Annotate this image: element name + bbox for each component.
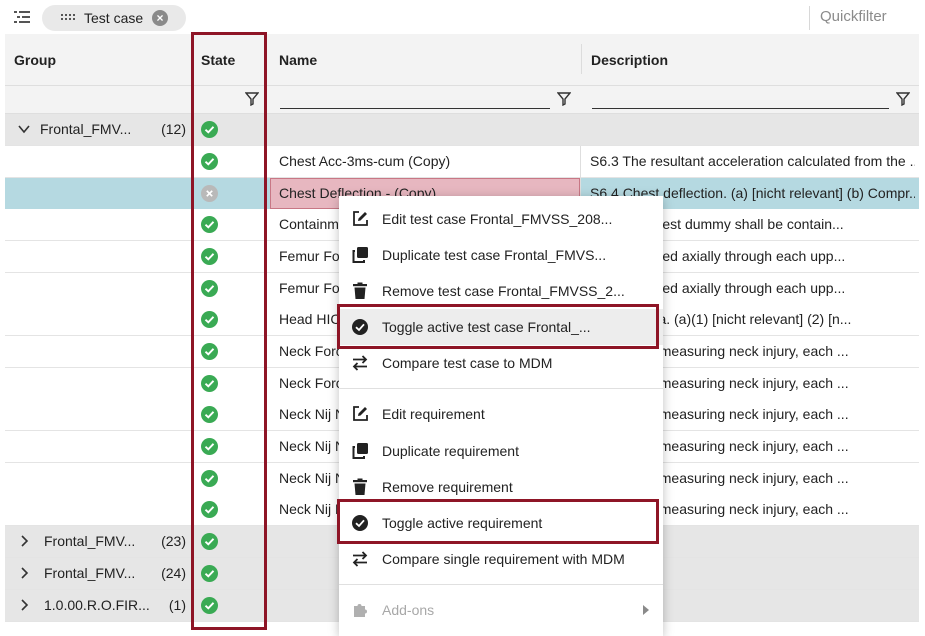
- duplicate-icon: [352, 247, 368, 263]
- duplicate-icon: [352, 443, 368, 459]
- state-column-highlight: [191, 32, 267, 630]
- menu-item-add-ons[interactable]: Add-ons: [339, 592, 663, 628]
- chevron-right-icon[interactable]: [17, 598, 31, 612]
- menu-item-compare-test-case[interactable]: Compare test case to MDM: [339, 345, 663, 381]
- group-row[interactable]: Frontal_FMV... (12): [5, 114, 919, 146]
- group-name: Frontal_FMV...: [40, 121, 132, 137]
- puzzle-icon: [354, 604, 367, 617]
- filter-icon[interactable]: [557, 92, 571, 106]
- trash-icon: [353, 282, 367, 299]
- menu-item-edit-test-case[interactable]: Edit test case Frontal_FMVSS_208...: [339, 201, 663, 237]
- drag-grip-icon[interactable]: [61, 14, 75, 22]
- toolbar: Test case × Quickfilter: [0, 0, 925, 34]
- chevron-right-icon[interactable]: [17, 534, 31, 548]
- menu-item-edit-requirement[interactable]: Edit requirement: [339, 396, 663, 432]
- compare-icon: [352, 355, 368, 371]
- menu-item-label: Duplicate requirement: [382, 443, 519, 459]
- group-count: (12): [161, 121, 186, 137]
- menu-item-duplicate-requirement[interactable]: Duplicate requirement: [339, 433, 663, 469]
- menu-item-duplicate-test-case[interactable]: Duplicate test case Frontal_FMVS...: [339, 237, 663, 273]
- chip-label: Test case: [84, 10, 144, 26]
- filter-row: [5, 86, 919, 114]
- menu-separator: [339, 584, 663, 585]
- menu-item-label: Add-ons: [382, 602, 435, 618]
- group-count: (1): [168, 597, 186, 613]
- divider: [809, 6, 810, 30]
- toggle-requirement-highlight: [337, 499, 659, 544]
- close-icon[interactable]: ×: [152, 10, 168, 26]
- menu-item-label: Edit test case Frontal_FMVSS_208...: [382, 211, 613, 227]
- menu-item-label: Edit requirement: [382, 406, 485, 422]
- menu-item-label: Duplicate test case Frontal_FMVS...: [382, 247, 607, 263]
- toggle-test-case-highlight: [337, 304, 659, 349]
- grid-header: Group State Name Description: [5, 34, 919, 86]
- chevron-right-icon[interactable]: [17, 566, 31, 580]
- group-name: Frontal_FMV...: [44, 533, 136, 549]
- column-separator: [581, 44, 582, 74]
- submenu-arrow-icon: [643, 605, 649, 615]
- cell-name: Chest Acc-3ms-cum (Copy): [279, 153, 451, 169]
- compare-icon: [352, 551, 368, 567]
- context-menu: Edit test case Frontal_FMVSS_208... Dupl…: [339, 196, 663, 636]
- menu-separator: [339, 388, 663, 389]
- column-header-group[interactable]: Group: [14, 52, 56, 68]
- menu-item-compare-requirement[interactable]: Compare single requirement with MDM: [339, 541, 663, 577]
- column-header-description[interactable]: Description: [591, 52, 668, 68]
- name-filter-input[interactable]: [280, 108, 550, 109]
- description-filter-input[interactable]: [592, 108, 889, 109]
- chevron-down-icon[interactable]: [17, 122, 31, 136]
- group-by-chip[interactable]: Test case ×: [42, 5, 186, 31]
- quickfilter-input[interactable]: Quickfilter: [820, 8, 887, 25]
- menu-item-label: Compare test case to MDM: [382, 355, 553, 371]
- group-count: (23): [161, 533, 186, 549]
- group-count: (24): [161, 565, 186, 581]
- table-row[interactable]: Chest Acc-3ms-cum (Copy) S6.3 The resulta…: [5, 146, 919, 178]
- cell-separator: [580, 146, 581, 178]
- filter-icon[interactable]: [896, 92, 910, 106]
- group-name: 1.0.00.R.O.FIR...: [44, 597, 150, 613]
- group-name: Frontal_FMV...: [44, 565, 136, 581]
- trash-icon: [353, 478, 367, 495]
- menu-item-label: Compare single requirement with MDM: [382, 551, 625, 567]
- column-header-name[interactable]: Name: [279, 52, 317, 68]
- list-menu-icon[interactable]: [14, 10, 30, 24]
- cell-description: S6.3 The resultant acceleration calculat…: [590, 153, 915, 169]
- edit-icon: [353, 406, 368, 421]
- edit-icon: [353, 211, 368, 226]
